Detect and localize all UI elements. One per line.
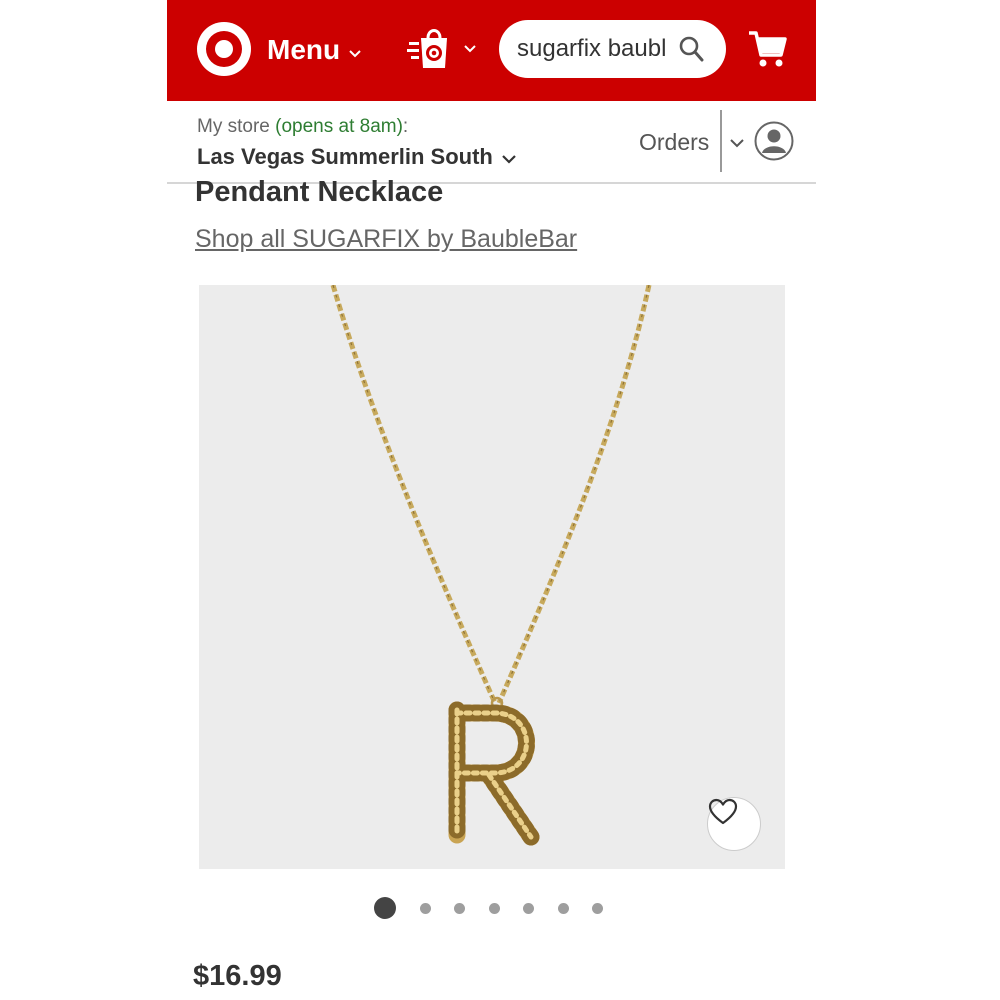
orders-link[interactable]: Orders [639,129,709,156]
search-icon[interactable] [678,35,704,68]
cart-icon [747,31,789,74]
necklace-illustration [330,285,652,846]
carousel-dot[interactable] [523,902,534,914]
favorite-button[interactable] [707,797,761,851]
shop-all-brand-link[interactable]: Shop all SUGARFIX by BaubleBar [195,225,577,254]
product-price: $16.99 [193,960,282,992]
search-input[interactable] [517,35,667,63]
product-image[interactable] [199,285,785,869]
carousel-dot[interactable] [419,902,431,914]
shopping-bag-icon [407,26,455,75]
menu-label: Menu [267,34,341,65]
user-icon[interactable] [754,121,794,161]
store-bar: My store (opens at 8am): Las Vegas Summe… [167,101,816,184]
search-box [499,20,726,78]
carousel-dot[interactable] [557,902,569,914]
cart-button[interactable] [747,28,789,75]
store-status: (opens at 8am) [275,116,403,137]
product-title: Pendant Necklace [195,176,444,208]
mobile-page: Menu sugarfix baublebar My store (opens … [167,0,816,1000]
target-logo-icon[interactable] [197,22,251,76]
carousel-dot[interactable] [592,902,603,914]
divider [720,110,722,172]
chevron-down-icon[interactable] [729,135,745,153]
chevron-down-icon [501,144,517,170]
site-header: Menu [167,0,816,101]
carousel-dot[interactable] [488,902,500,914]
my-store-label: My store (opens at 8am): [197,116,408,138]
store-suffix: : [402,116,409,137]
chevron-down-icon [348,34,362,66]
store-prefix: My store [197,116,276,137]
store-selector[interactable]: Las Vegas Summerlin South [197,144,517,170]
carousel-pagination [374,896,627,920]
carousel-dot[interactable] [374,897,396,919]
chevron-down-icon [463,41,477,59]
store-name: Las Vegas Summerlin South [197,144,493,169]
menu-button[interactable]: Menu [267,30,362,70]
store-bag-button[interactable] [407,26,477,74]
carousel-dot[interactable] [454,902,465,914]
